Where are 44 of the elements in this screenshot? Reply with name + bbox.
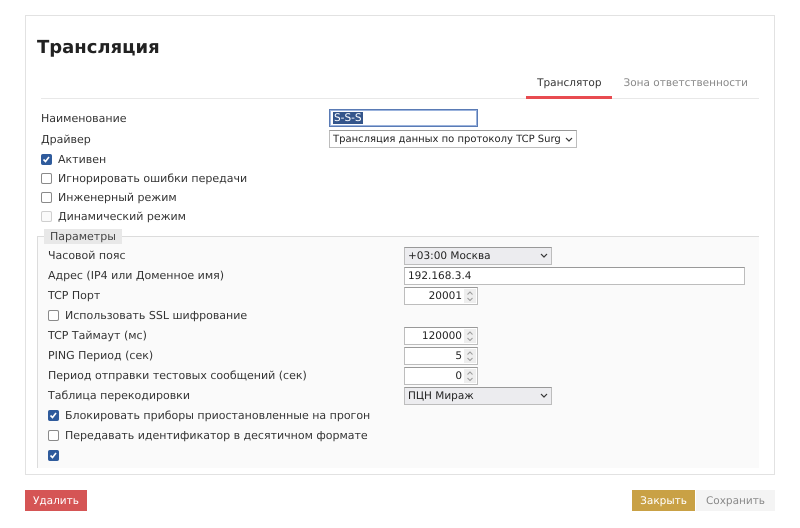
address-field[interactable]: 192.168.3.4	[404, 266, 745, 284]
chevron-down-icon	[540, 392, 548, 399]
field-label: Таблица перекодировки	[48, 388, 191, 404]
spinner-icon[interactable]	[464, 328, 476, 342]
number-field[interactable]: 5	[404, 346, 478, 364]
field-label: Наименование	[41, 112, 128, 124]
chevron-down-icon	[540, 252, 548, 259]
name-field[interactable]: S-S-S	[329, 109, 478, 127]
checkbox[interactable]	[41, 172, 52, 184]
field-label: Адрес (IP4 или Доменное имя)	[48, 268, 226, 284]
checkbox[interactable]	[48, 450, 59, 461]
spinner-icon[interactable]	[464, 348, 476, 362]
field-label: TCP Порт	[48, 288, 102, 304]
dropdown[interactable]: ПЦН Мираж	[404, 386, 552, 404]
spinner-icon[interactable]	[464, 368, 476, 382]
tab[interactable]: Зона ответственности	[612, 68, 759, 99]
checkbox-label: Динамический режим	[58, 210, 186, 222]
checkbox-label: Инженерный режим	[58, 190, 177, 204]
spinner-icon[interactable]	[464, 288, 476, 302]
number-field[interactable]: 120000	[404, 326, 478, 344]
delete-button[interactable]: Удалить	[25, 490, 87, 511]
field-label: Драйвер	[41, 132, 92, 146]
dropdown[interactable]: +03:00 Москва	[404, 246, 552, 264]
dropdown[interactable]: Трансляция данных по протоколу TCP Surg	[329, 130, 577, 148]
checkbox-label: Активен	[58, 152, 106, 166]
panel-legend: Параметры	[44, 229, 122, 244]
checkbox-label: Использовать SSL шифрование	[65, 309, 248, 322]
checkbox[interactable]	[48, 410, 59, 421]
number-field[interactable]: 20001	[404, 286, 478, 304]
dialog-title: Трансляция	[36, 36, 161, 60]
checkbox-label: Игнорировать ошибки передачи	[58, 172, 248, 184]
tab[interactable]: Транслятор	[526, 68, 612, 99]
checkbox[interactable]	[41, 154, 52, 164]
checkbox[interactable]	[48, 430, 59, 441]
chevron-down-icon	[564, 136, 573, 142]
field-label: Период отправки тестовых сообщений (сек)	[48, 368, 308, 384]
checkbox-label: Блокировать приборы приостановленные на прогон	[65, 409, 370, 422]
field-label: Часовой пояс	[48, 248, 127, 264]
field-label: PING Период (сек)	[48, 348, 154, 364]
field-label: TCP Таймаут (мс)	[48, 328, 148, 344]
number-field[interactable]: 0	[404, 366, 478, 384]
checkbox-label: Передавать идентификатор в десятичном формате	[65, 429, 368, 442]
checkbox[interactable]	[48, 310, 59, 321]
checkbox[interactable]	[41, 192, 52, 202]
